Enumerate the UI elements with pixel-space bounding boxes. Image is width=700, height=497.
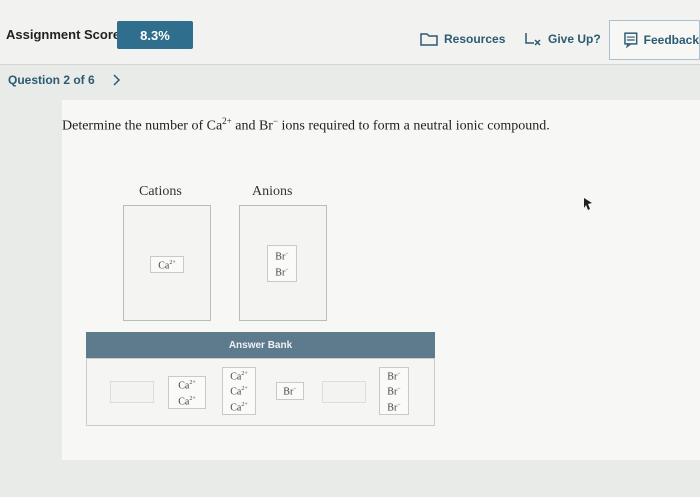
- assignment-score-badge: 8.3%: [117, 21, 193, 49]
- feedback-button[interactable]: Feedback: [609, 20, 700, 60]
- anions-heading: Anions: [252, 184, 293, 199]
- question-text: Determine the number of Ca2+ and Br− ion…: [62, 116, 550, 134]
- resources-button[interactable]: Resources: [420, 24, 505, 54]
- cations-heading: Cations: [139, 184, 182, 199]
- empty-slot: [110, 381, 154, 403]
- answer-bank-tile-br-3[interactable]: Br− Br− Br−: [379, 367, 409, 415]
- chevron-right-icon[interactable]: [113, 74, 121, 86]
- question-label: Question 2 of 6: [8, 73, 95, 87]
- answer-bank-tile-ca-3[interactable]: Ca2+ Ca2+ Ca2+: [222, 367, 256, 415]
- answer-bank-header: Answer Bank: [86, 332, 435, 358]
- top-bar: Assignment Score: 8.3% Resources Give Up…: [0, 0, 700, 65]
- anion-tile[interactable]: Br− Br−: [267, 245, 297, 282]
- give-up-label: Give Up?: [548, 32, 601, 46]
- answer-bank-tile-br-1[interactable]: Br−: [276, 382, 304, 400]
- give-up-icon: [525, 33, 541, 46]
- question-navigation: Question 2 of 6: [8, 73, 121, 87]
- folder-icon: [420, 33, 438, 46]
- cation-tile[interactable]: Ca2+: [150, 256, 184, 273]
- answer-bank-tile-ca-2[interactable]: Ca2+ Ca2+: [168, 376, 206, 409]
- mouse-cursor-icon: [584, 198, 592, 210]
- empty-slot: [322, 381, 366, 403]
- feedback-label: Feedback: [643, 33, 699, 47]
- assignment-score-label: Assignment Score:: [6, 27, 125, 42]
- feedback-icon: [624, 32, 638, 48]
- resources-label: Resources: [444, 32, 506, 46]
- give-up-button[interactable]: Give Up?: [524, 24, 601, 54]
